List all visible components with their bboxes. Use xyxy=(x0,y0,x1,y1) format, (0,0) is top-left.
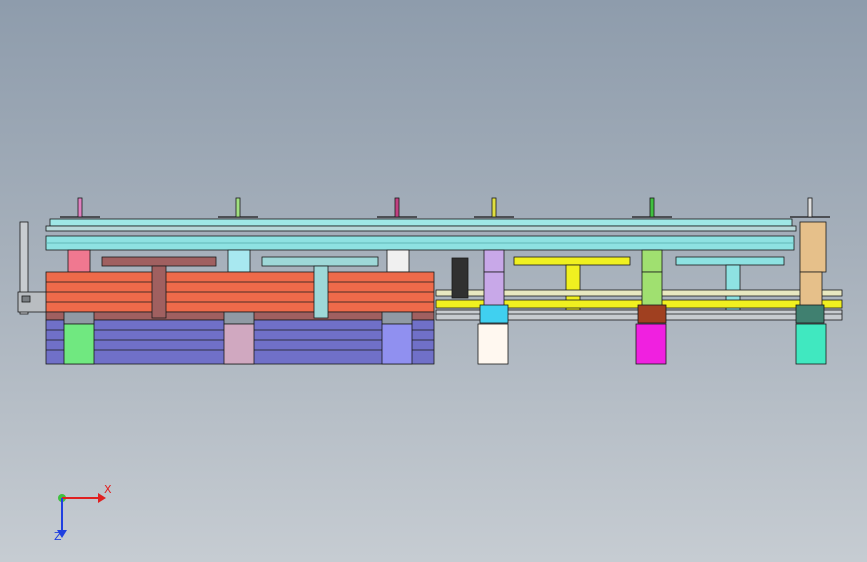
upper-rail xyxy=(45,218,797,251)
x-axis-label: X xyxy=(104,483,112,496)
axis-triad: X Z xyxy=(54,483,112,543)
cad-viewport[interactable] xyxy=(0,0,867,562)
top-pins xyxy=(60,197,830,218)
z-axis-label: Z xyxy=(54,530,62,543)
left-end-frame xyxy=(17,221,49,315)
